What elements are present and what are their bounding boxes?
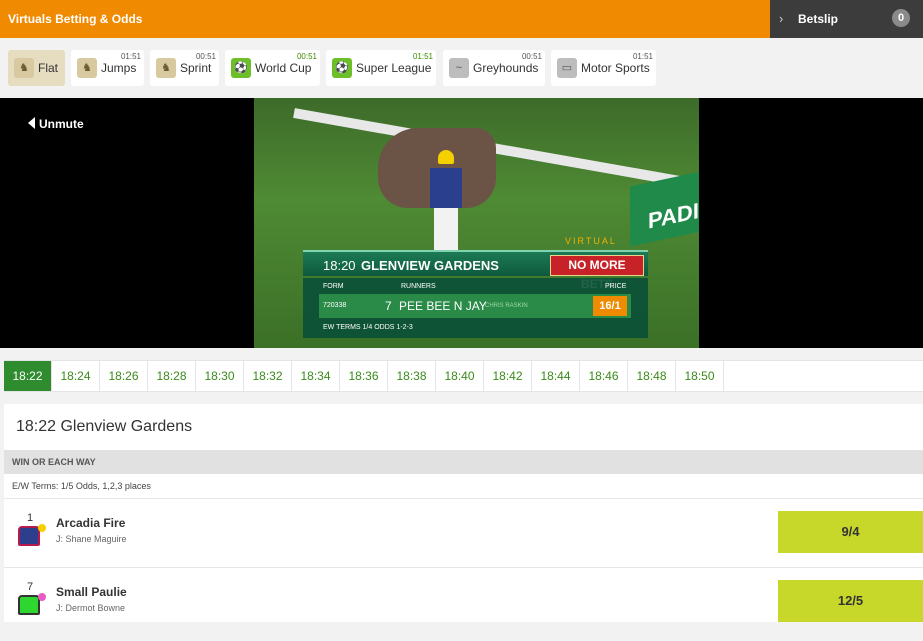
countdown: 00:51 (521, 52, 542, 61)
unmute-label: Unmute (39, 117, 84, 131)
tab-label: Flat (38, 61, 59, 75)
form-header: FORM (323, 283, 344, 290)
countdown: 01:51 (120, 52, 141, 61)
countdown: 01:51 (412, 52, 433, 61)
event-title: 18:22 Glenview Gardens (16, 418, 193, 435)
divider (4, 498, 923, 499)
page-title: Virtuals Betting & Odds (8, 12, 143, 26)
runner-row: 1 Arcadia Fire J: Shane Maguire 9/4 (4, 504, 923, 572)
countdown: 00:51 (195, 52, 216, 61)
greyhound-icon: ~ (449, 58, 469, 78)
track-rail (293, 108, 699, 195)
category-tabs: ♞ Flat 01:51 ♞ Jumps 00:51 ♞ Sprint 00:5… (0, 38, 923, 98)
race-time-tab[interactable]: 18:36 (340, 361, 388, 391)
race-time-tab[interactable]: 18:48 (628, 361, 676, 391)
runner-name: Small Paulie (56, 585, 127, 599)
tab-world-cup[interactable]: 00:51 ⚽ World Cup (225, 50, 320, 86)
runner-jockey: J: Dermot Bowne (56, 603, 126, 613)
top-bar: Virtuals Betting & Odds › Betslip 0 (0, 0, 923, 38)
tab-label: Motor Sports (581, 61, 650, 75)
overlay-terms: EW TERMS 1/4 ODDS 1-2-3 (323, 324, 413, 331)
race-time-tab[interactable]: 18:50 (676, 361, 724, 391)
chevron-right-icon: › (779, 11, 784, 26)
runners-header: RUNNERS (401, 283, 436, 290)
race-time-tab[interactable]: 18:28 (148, 361, 196, 391)
runner-number: 1 (27, 512, 34, 524)
race-time-tab[interactable]: 18:44 (532, 361, 580, 391)
horse-jumps-icon: ♞ (77, 58, 97, 78)
tab-label: World Cup (255, 61, 312, 75)
overlay-time: 18:20 (323, 258, 356, 273)
header: Virtuals Betting & Odds (0, 0, 770, 38)
price-button[interactable]: 9/4 (778, 511, 923, 553)
sponsor-sign: PADI (630, 169, 699, 247)
race-time-tab[interactable]: 18:22 (4, 361, 52, 391)
tab-sprint[interactable]: 00:51 ♞ Sprint (150, 50, 219, 86)
event-card: 18:22 Glenview Gardens WIN OR EACH WAY E… (4, 404, 923, 622)
horse-sprint-icon: ♞ (156, 58, 176, 78)
race-time-tab[interactable]: 18:34 (292, 361, 340, 391)
race-overlay: 18:20 GLENVIEW GARDENS VIRTUAL NO MORE B… (303, 236, 648, 338)
jockey-image (426, 150, 466, 260)
runner-jockey: J: Shane Maguire (56, 534, 127, 544)
ew-terms: E/W Terms: 1/5 Odds, 1,2,3 places (12, 481, 151, 491)
cap-icon (38, 524, 46, 532)
speaker-icon (28, 117, 35, 129)
countdown: 01:51 (632, 52, 653, 61)
race-time-tab[interactable]: 18:40 (436, 361, 484, 391)
tab-label: Jumps (101, 61, 137, 75)
betslip-count-badge: 0 (892, 9, 910, 27)
runner-number: 7 (27, 581, 34, 593)
market-header: WIN OR EACH WAY (4, 450, 923, 474)
horse-racing-icon: ♞ (14, 58, 34, 78)
tab-label: Greyhounds (473, 61, 539, 75)
overlay-jockey: CHRIS RASKIN (485, 303, 528, 309)
no-more-bets-badge: NO MORE BETS (550, 255, 644, 291)
tab-motor-sports[interactable]: 01:51 ▭ Motor Sports (551, 50, 656, 86)
football-icon: ⚽ (332, 58, 352, 78)
race-time-tab[interactable]: 18:30 (196, 361, 244, 391)
price-button[interactable]: 12/5 (778, 580, 923, 622)
virtual-label: VIRTUAL (565, 236, 617, 246)
jockey-silks-icon (18, 526, 40, 546)
tab-super-league[interactable]: 01:51 ⚽ Super League (326, 50, 436, 86)
motor-sports-icon: ▭ (557, 58, 577, 78)
overlay-venue: GLENVIEW GARDENS (361, 258, 499, 273)
race-time-tab[interactable]: 18:32 (244, 361, 292, 391)
runner-name: Arcadia Fire (56, 516, 126, 530)
race-time-tab[interactable]: 18:26 (100, 361, 148, 391)
race-time-tab[interactable]: 18:24 (52, 361, 100, 391)
video-frame: PADI 18:20 GLENVIEW GARDENS VIRTUAL NO M… (254, 98, 699, 348)
tab-flat[interactable]: ♞ Flat (8, 50, 65, 86)
unmute-button[interactable]: Unmute (28, 117, 84, 131)
race-time-tab[interactable]: 18:46 (580, 361, 628, 391)
overlay-number: 7 (385, 299, 392, 313)
overlay-runner-row: 720338 7 PEE BEE N JAY CHRIS RASKIN 16/1 (319, 294, 631, 318)
race-time-tab[interactable]: 18:38 (388, 361, 436, 391)
betslip-label: Betslip (798, 12, 839, 26)
runner-row: 7 Small Paulie J: Dermot Bowne 12/5 (4, 573, 923, 641)
tab-greyhounds[interactable]: 00:51 ~ Greyhounds (443, 50, 545, 86)
overlay-runner: PEE BEE N JAY (399, 299, 487, 313)
betslip-button[interactable]: › Betslip 0 (770, 0, 923, 38)
football-icon: ⚽ (231, 58, 251, 78)
price-header: PRICE (605, 283, 627, 290)
countdown: 00:51 (296, 52, 317, 61)
tab-label: Super League (356, 61, 432, 75)
video-player[interactable]: Unmute PADI 18:20 GLENVIEW GARDENS VIRTU… (0, 98, 923, 348)
tab-label: Sprint (180, 61, 212, 75)
market-label: WIN OR EACH WAY (12, 457, 96, 467)
jockey-silks-icon (18, 595, 40, 615)
tab-jumps[interactable]: 01:51 ♞ Jumps (71, 50, 144, 86)
cap-icon (38, 593, 46, 601)
race-times-bar: 18:22 18:24 18:26 18:28 18:30 18:32 18:3… (4, 360, 923, 392)
overlay-form: 720338 (323, 302, 347, 309)
divider (4, 567, 923, 568)
overlay-price: 16/1 (593, 296, 627, 316)
race-time-tab[interactable]: 18:42 (484, 361, 532, 391)
